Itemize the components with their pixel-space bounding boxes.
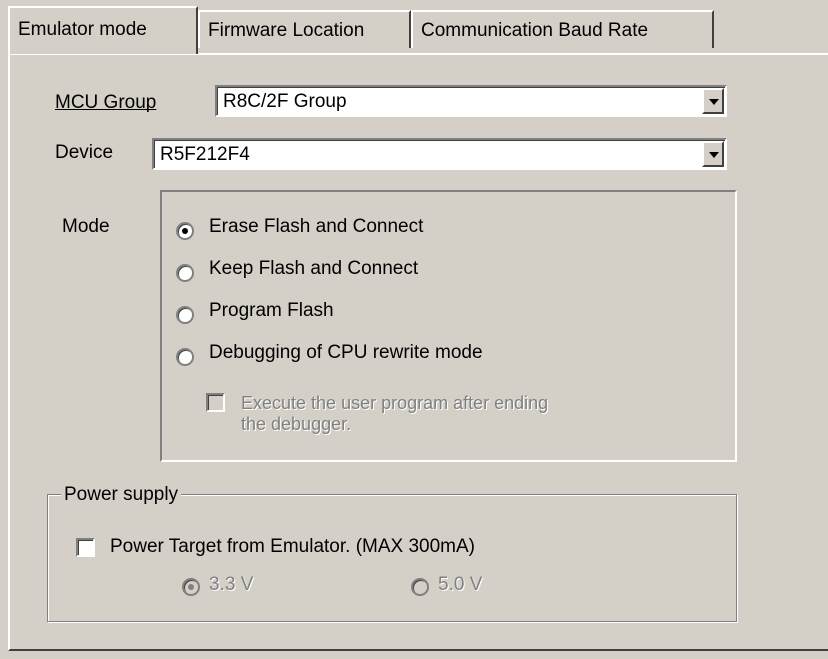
radio-3v3[interactable] xyxy=(182,578,200,596)
radio-keep-flash[interactable] xyxy=(176,264,194,282)
power-target-checkbox[interactable] xyxy=(76,538,95,557)
device-value: R5F212F4 xyxy=(160,144,250,165)
chevron-down-icon[interactable] xyxy=(702,141,724,167)
chevron-down-icon[interactable] xyxy=(702,88,724,114)
v33-label: 3.3 V xyxy=(209,574,254,595)
device-label: Device xyxy=(55,142,114,163)
cpu-rewrite-label: Debugging of CPU rewrite mode xyxy=(209,342,483,363)
tab-firmware-location[interactable]: Firmware Location xyxy=(198,10,411,48)
mcu-group-label: MCU Group xyxy=(55,92,157,113)
execute-after-debugger-checkbox[interactable] xyxy=(206,393,225,412)
mcu-group-select[interactable]: R8C/2F Group xyxy=(215,85,727,117)
mode-label: Mode xyxy=(62,216,110,237)
program-flash-label: Program Flash xyxy=(209,300,334,321)
power-supply-group xyxy=(47,494,737,622)
radio-cpu-rewrite[interactable] xyxy=(176,348,194,366)
device-select[interactable]: R5F212F4 xyxy=(152,138,727,170)
radio-5v0[interactable] xyxy=(411,578,429,596)
tab-emulator-mode[interactable]: Emulator mode xyxy=(8,6,198,54)
mcu-group-value: R8C/2F Group xyxy=(223,91,347,112)
radio-erase-flash[interactable] xyxy=(176,222,194,240)
execute-after-debugger-label: Execute the user program after ending th… xyxy=(241,393,549,434)
keep-flash-label: Keep Flash and Connect xyxy=(209,258,419,279)
power-supply-legend: Power supply xyxy=(61,484,182,506)
v50-label: 5.0 V xyxy=(438,574,483,595)
radio-program-flash[interactable] xyxy=(176,306,194,324)
power-target-label: Power Target from Emulator. (MAX 300mA) xyxy=(110,536,475,557)
tab-communication-baud-rate[interactable]: Communication Baud Rate xyxy=(411,10,714,48)
erase-flash-label: Erase Flash and Connect xyxy=(209,216,424,237)
